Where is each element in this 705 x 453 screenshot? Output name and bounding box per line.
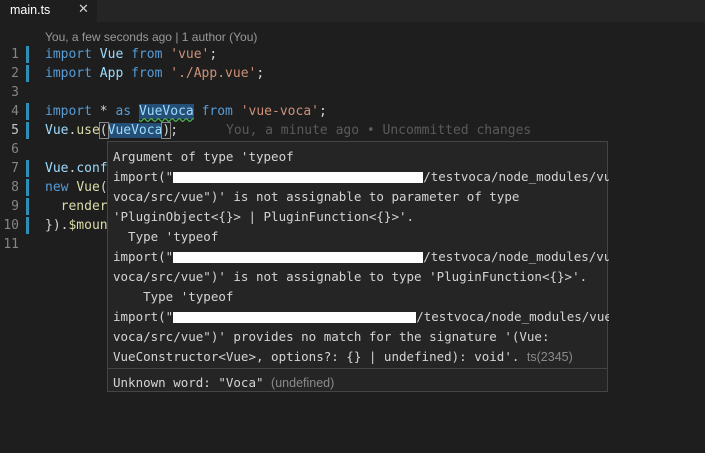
code-token: render xyxy=(60,199,108,214)
diagnostic-message: Argument of type 'typeof import("/testvo… xyxy=(113,147,609,367)
code-token: from xyxy=(201,104,233,119)
code-token: import xyxy=(45,104,92,119)
line-number: 11 xyxy=(3,237,19,252)
code-token: Vue xyxy=(45,123,69,138)
message-line: voca/src/vue")' provides no match for th… xyxy=(113,329,550,344)
inline-blame: You, a minute ago • Uncommitted changes xyxy=(226,123,532,138)
code-token: ; xyxy=(170,123,179,138)
code-token: ; xyxy=(209,47,218,62)
code-token: from xyxy=(131,47,163,62)
redacted-path xyxy=(173,252,424,263)
code-line[interactable]: 3 xyxy=(0,83,705,102)
message-line: voca/src/vue")' is not assignable to typ… xyxy=(113,269,588,284)
redacted-path xyxy=(173,172,424,183)
code-token: Vue xyxy=(99,47,124,62)
code-token: $moun xyxy=(68,218,108,233)
code-line[interactable]: 1 import Vue from 'vue'; xyxy=(0,45,705,64)
git-blame-codelens[interactable]: You, a few seconds ago | 1 author (You) xyxy=(45,30,257,44)
line-number: 1 xyxy=(11,47,19,62)
message-line: import("/testvoca/node_modules/vue- xyxy=(113,169,609,184)
code-token: VueVoca xyxy=(138,104,194,119)
code-token: 'vue-voca' xyxy=(240,104,319,119)
git-change-indicator[interactable] xyxy=(26,103,29,120)
code-token: import xyxy=(45,47,92,62)
spell-check-message: Unknown word: "Voca" (undefined) xyxy=(113,375,334,390)
code-token: * xyxy=(91,104,116,119)
code-line[interactable]: 5 Vue.use(VueVoca); You, a minute ago • Un… xyxy=(0,121,705,140)
tab-label: main.ts xyxy=(10,3,51,17)
code-token: }). xyxy=(45,218,69,233)
redacted-path xyxy=(173,312,417,323)
tab-main-ts[interactable]: main.ts ✕ xyxy=(0,0,97,22)
code-token: as xyxy=(115,104,132,119)
spell-check-text: Unknown word: "Voca" xyxy=(113,375,264,390)
divider xyxy=(108,368,607,369)
hover-tooltip: Argument of type 'typeof import("/testvo… xyxy=(107,141,609,392)
message-line: Argument of type 'typeof xyxy=(113,149,294,164)
git-change-indicator[interactable] xyxy=(26,160,29,177)
code-token: 'vue' xyxy=(170,47,210,62)
message-line: import("/testvoca/node_modules/vue- xyxy=(113,249,609,264)
code-token: from xyxy=(131,66,163,81)
code-token: Vue xyxy=(76,180,100,195)
code-token: ; xyxy=(256,66,265,81)
code-text: Vue.use(VueVoca); xyxy=(45,121,178,140)
spell-check-source: (undefined) xyxy=(271,376,335,390)
line-number: 2 xyxy=(11,66,19,81)
code-text: import App from './App.vue'; xyxy=(45,64,264,83)
code-line[interactable]: 4 import * as VueVoca from 'vue-voca'; xyxy=(0,102,705,121)
code-token: ; xyxy=(318,104,327,119)
code-text: new Vue( xyxy=(45,178,108,197)
line-number: 5 xyxy=(11,123,19,138)
code-text: import Vue from 'vue'; xyxy=(45,45,217,64)
line-number: 4 xyxy=(11,104,19,119)
code-token: Vue xyxy=(45,161,69,176)
code-token: import xyxy=(45,66,92,81)
line-number: 6 xyxy=(11,142,19,157)
close-icon[interactable]: ✕ xyxy=(78,1,89,17)
code-line[interactable]: 2 import App from './App.vue'; xyxy=(0,64,705,83)
code-token: './App.vue' xyxy=(170,66,257,81)
line-number: 8 xyxy=(11,180,19,195)
message-line: Type 'typeof xyxy=(113,229,219,244)
git-change-indicator[interactable] xyxy=(26,198,29,215)
message-line: voca/src/vue")' is not assignable to par… xyxy=(113,189,520,204)
error-code[interactable]: ts(2345) xyxy=(527,350,573,364)
code-token: VueVoca xyxy=(107,123,163,138)
git-change-indicator[interactable] xyxy=(26,46,29,63)
git-change-indicator[interactable] xyxy=(26,179,29,196)
message-line: VueConstructor<Vue>, options?: {} | unde… xyxy=(113,349,573,364)
git-change-indicator[interactable] xyxy=(26,217,29,234)
code-token: conf xyxy=(76,161,108,176)
code-text: import * as VueVoca from 'vue-voca'; xyxy=(45,102,327,121)
line-number: 10 xyxy=(3,218,19,233)
code-token: new xyxy=(45,180,69,195)
code-token: use xyxy=(76,123,100,138)
git-change-indicator[interactable] xyxy=(26,65,29,82)
message-line: Type 'typeof xyxy=(113,289,234,304)
code-text: render xyxy=(45,197,108,216)
line-number: 3 xyxy=(11,85,19,100)
tab-bar: main.ts ✕ xyxy=(0,0,705,22)
message-line: 'PluginObject<{}> | PluginFunction<{}>'. xyxy=(113,209,415,224)
line-number: 9 xyxy=(11,199,19,214)
git-change-indicator[interactable] xyxy=(26,122,29,139)
code-token: ( xyxy=(98,122,109,139)
code-text: Vue.conf xyxy=(45,159,108,178)
message-line: import("/testvoca/node_modules/vue- xyxy=(113,309,609,324)
code-token: App xyxy=(99,66,124,81)
line-number: 7 xyxy=(11,161,19,176)
code-text: }).$moun xyxy=(45,216,108,235)
